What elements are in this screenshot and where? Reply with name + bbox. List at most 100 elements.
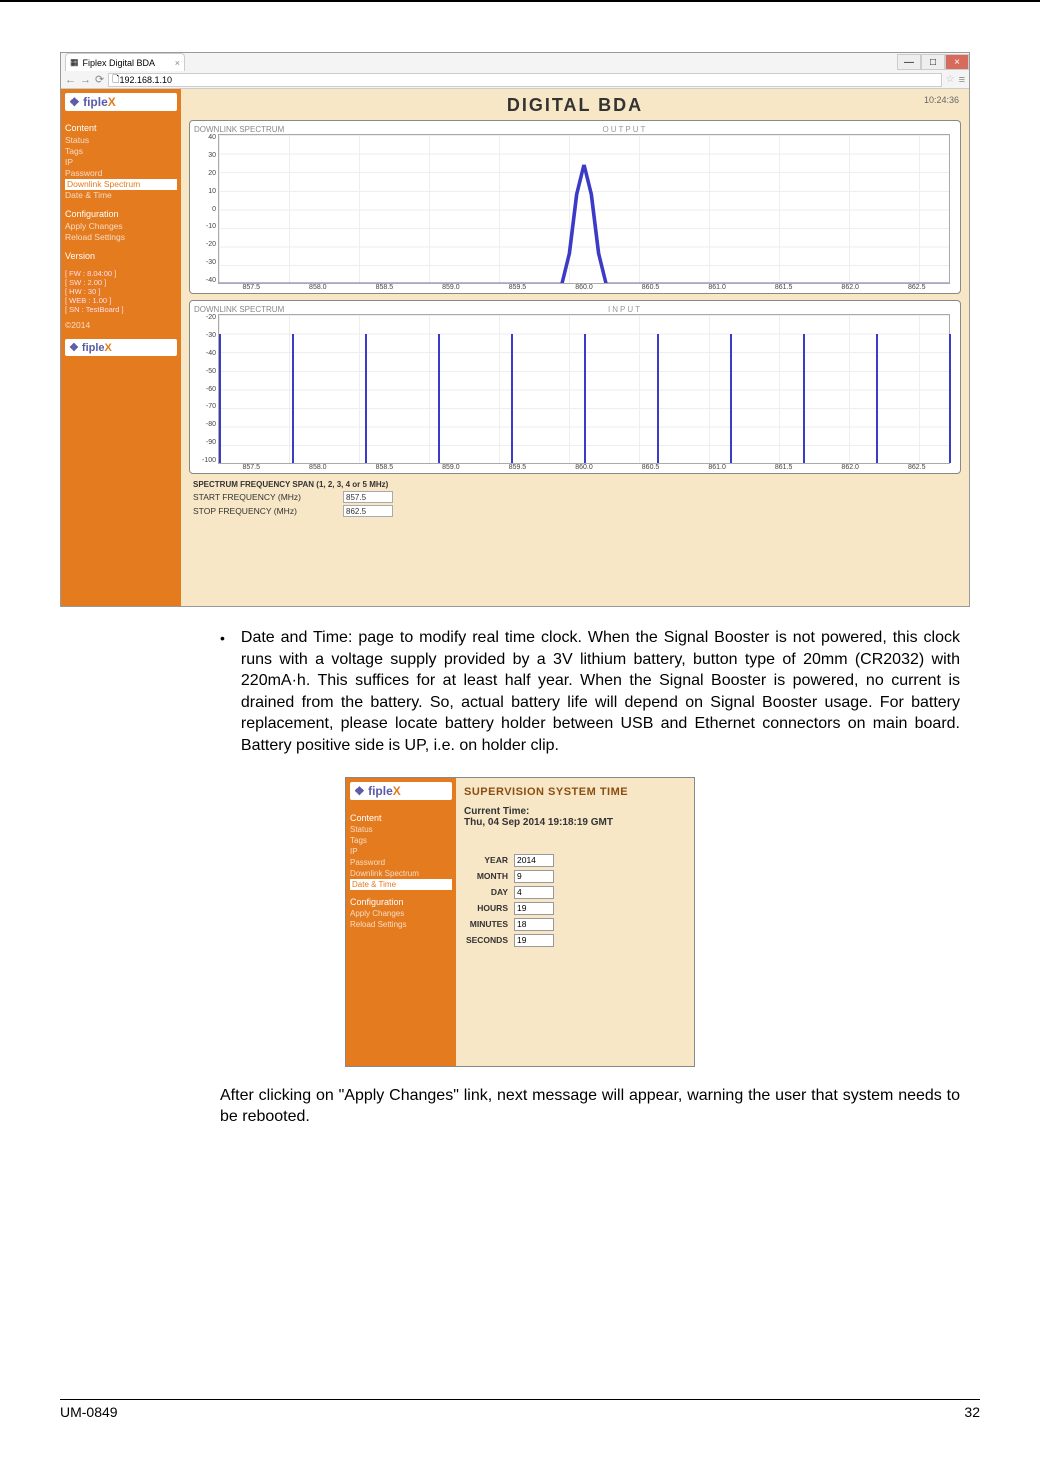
axis-tick: -70 xyxy=(194,403,216,410)
axis-tick: -90 xyxy=(194,439,216,446)
axis-tick: 858.0 xyxy=(285,284,352,291)
datetime-field-row: HOURS19 xyxy=(464,902,686,915)
axis-tick: 860.0 xyxy=(551,284,618,291)
spectrum-spike xyxy=(584,334,586,463)
window-minimize-icon[interactable]: — xyxy=(897,54,921,70)
nav-back-icon[interactable]: ← xyxy=(65,74,76,86)
tab-title: Fiplex Digital BDA xyxy=(83,58,156,68)
sidebar-head-version: Version xyxy=(65,251,177,261)
axis-tick: 0 xyxy=(194,206,216,213)
sidebar-item[interactable]: Date & Time xyxy=(65,190,177,201)
bookmark-star-icon[interactable]: ☆ xyxy=(946,74,955,85)
axis-tick: 858.5 xyxy=(351,284,418,291)
sidebar: ❖ fipleX Content StatusTagsIPPasswordDow… xyxy=(61,89,181,606)
axis-tick: 861.0 xyxy=(684,284,751,291)
chart-yaxis: -20-30-40-50-60-70-80-90-100 xyxy=(194,314,218,464)
sidebar-item[interactable]: Date & Time xyxy=(350,879,452,890)
sidebar-item[interactable]: Apply Changes xyxy=(350,908,452,919)
page-number: 32 xyxy=(964,1404,980,1420)
window-maximize-icon[interactable]: □ xyxy=(921,54,945,70)
axis-tick: 859.0 xyxy=(418,284,485,291)
nav-reload-icon[interactable]: ⟳ xyxy=(95,73,104,86)
axis-tick: -20 xyxy=(194,241,216,248)
version-line: [ FW : 8.04:00 ] xyxy=(65,269,177,278)
sidebar-item[interactable]: Tags xyxy=(65,146,177,157)
current-time-label: Current Time: xyxy=(464,806,686,817)
field-label: YEAR xyxy=(464,855,514,865)
sidebar-item[interactable]: Password xyxy=(350,857,452,868)
sidebar-item[interactable]: Tags xyxy=(350,835,452,846)
axis-tick: 860.5 xyxy=(617,464,684,471)
spectrum-spike xyxy=(730,334,732,463)
axis-tick: 862.0 xyxy=(817,284,884,291)
tab-favicon-icon: ▦ xyxy=(70,57,79,68)
field-input[interactable]: 9 xyxy=(514,870,554,883)
axis-tick: -10 xyxy=(194,223,216,230)
spectrum-spike xyxy=(803,334,805,463)
spectrum-spike xyxy=(365,334,367,463)
spectrum-spike xyxy=(438,334,440,463)
axis-tick: 859.5 xyxy=(484,464,551,471)
version-line: [ SN : TestBoard ] xyxy=(65,305,177,314)
axis-tick: -40 xyxy=(194,350,216,357)
sidebar-item[interactable]: Downlink Spectrum xyxy=(65,179,177,190)
axis-tick: 857.5 xyxy=(218,284,285,291)
chart-input: DOWNLINK SPECTRUM INPUT -20-30-40-50-60-… xyxy=(189,300,961,474)
axis-tick: -20 xyxy=(194,314,216,321)
sidebar-item[interactable]: IP xyxy=(350,846,452,857)
axis-tick: -30 xyxy=(194,259,216,266)
window-close-icon[interactable]: × xyxy=(945,54,969,70)
field-label: HOURS xyxy=(464,903,514,913)
sidebar-copyright: ©2014 xyxy=(65,320,177,331)
sidebar-item[interactable]: Status xyxy=(65,135,177,146)
sidebar-item[interactable]: Status xyxy=(350,824,452,835)
sidebar-item[interactable]: Password xyxy=(65,168,177,179)
page-timestamp: 10:24:36 xyxy=(924,95,959,105)
axis-tick: 859.5 xyxy=(484,284,551,291)
field-input[interactable]: 18 xyxy=(514,918,554,931)
main-content: 10:24:36 DIGITAL BDA DOWNLINK SPECTRUM O… xyxy=(181,89,969,606)
start-freq-input[interactable]: 857.5 xyxy=(343,491,393,503)
stop-freq-input[interactable]: 862.5 xyxy=(343,505,393,517)
brand-logo: ❖ fipleX xyxy=(350,782,452,800)
chart-output: DOWNLINK SPECTRUM OUTPUT 403020100-10-20… xyxy=(189,120,961,294)
menu-icon[interactable]: ≡ xyxy=(959,74,965,86)
sidebar-item[interactable]: Reload Settings xyxy=(350,919,452,930)
field-input[interactable]: 2014 xyxy=(514,854,554,867)
sidebar-item[interactable]: Reload Settings xyxy=(65,232,177,243)
nav-forward-icon[interactable]: → xyxy=(80,74,91,86)
main-content: SUPERVISION SYSTEM TIME Current Time: Th… xyxy=(456,778,694,1066)
axis-tick: 858.0 xyxy=(285,464,352,471)
sidebar-item[interactable]: IP xyxy=(65,157,177,168)
field-input[interactable]: 19 xyxy=(514,934,554,947)
address-bar[interactable]: 🗋 192.168.1.10 xyxy=(108,73,941,87)
axis-tick: 861.5 xyxy=(750,464,817,471)
field-label: SECONDS xyxy=(464,935,514,945)
datetime-field-row: MONTH9 xyxy=(464,870,686,883)
field-input[interactable]: 19 xyxy=(514,902,554,915)
start-freq-label: START FREQUENCY (MHz) xyxy=(193,492,343,502)
doc-id: UM-0849 xyxy=(60,1404,118,1420)
axis-tick: 860.0 xyxy=(551,464,618,471)
sidebar-item[interactable]: Downlink Spectrum xyxy=(350,868,452,879)
spectrum-spike xyxy=(876,334,878,463)
sidebar-item[interactable]: Apply Changes xyxy=(65,221,177,232)
datetime-field-row: SECONDS19 xyxy=(464,934,686,947)
paragraph-text: Date and Time: page to modify real time … xyxy=(241,627,960,757)
browser-tab[interactable]: ▦ Fiplex Digital BDA × xyxy=(65,53,185,71)
current-time-value: Thu, 04 Sep 2014 19:18:19 GMT xyxy=(464,817,686,828)
spectrum-span-label: SPECTRUM FREQUENCY SPAN (1, 2, 3, 4 or 5… xyxy=(193,480,961,489)
close-icon[interactable]: × xyxy=(175,58,180,68)
sidebar: ❖ fipleX Content StatusTagsIPPasswordDow… xyxy=(346,778,456,1066)
field-label: MINUTES xyxy=(464,919,514,929)
axis-tick: -50 xyxy=(194,368,216,375)
axis-tick: -30 xyxy=(194,332,216,339)
axis-tick: 860.5 xyxy=(617,284,684,291)
brand-logo: ❖ fipleX xyxy=(65,93,177,111)
axis-tick: 861.5 xyxy=(750,284,817,291)
axis-tick: -40 xyxy=(194,277,216,284)
chart-xaxis: 857.5858.0858.5859.0859.5860.0860.5861.0… xyxy=(218,284,950,291)
field-input[interactable]: 4 xyxy=(514,886,554,899)
chart-head-left: DOWNLINK SPECTRUM xyxy=(194,305,294,314)
sidebar-head-content: Content xyxy=(350,813,452,823)
